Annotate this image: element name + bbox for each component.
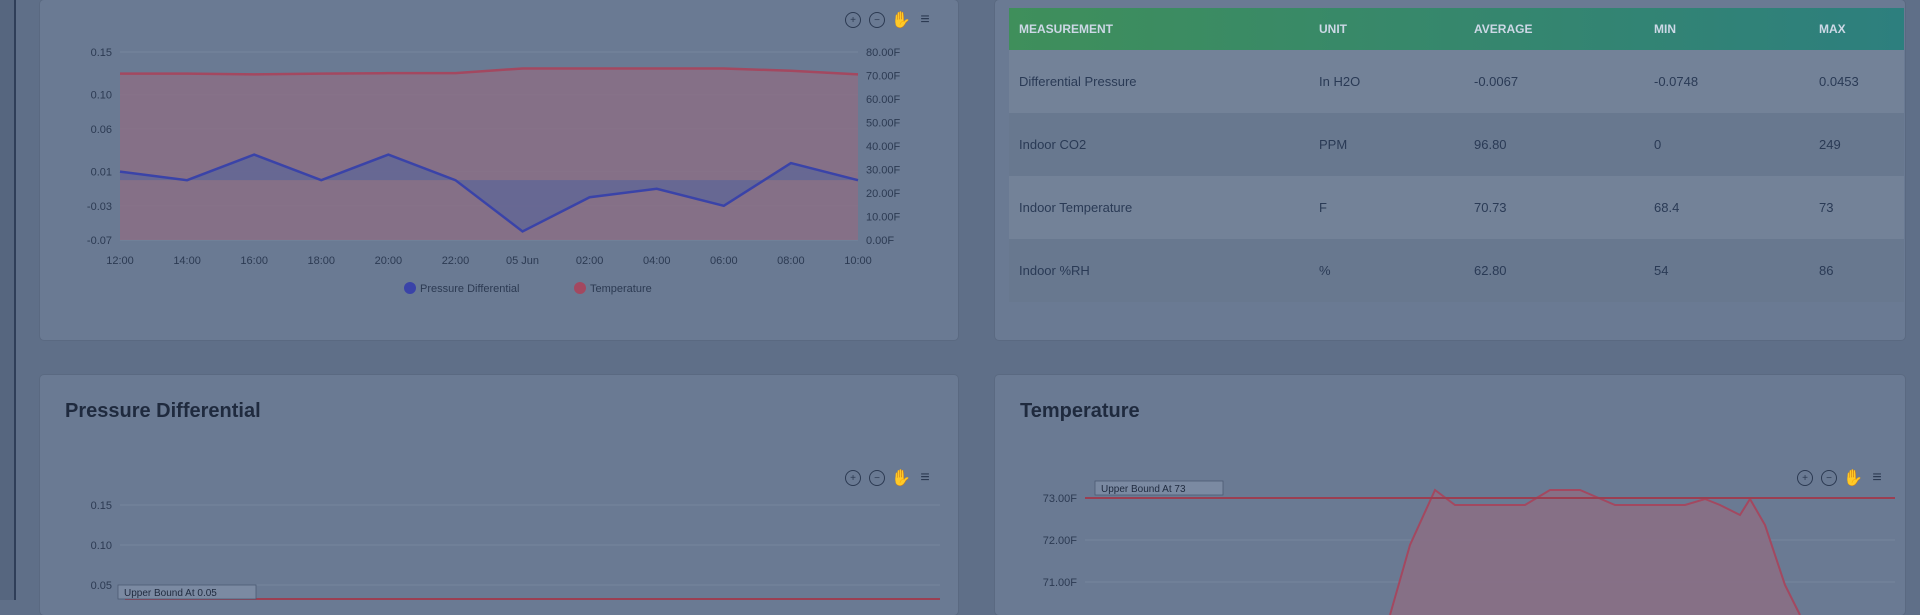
cell-average: 70.73 — [1464, 176, 1644, 239]
y-tick-label: 71.00F — [1043, 577, 1078, 589]
y-tick-label: 0.15 — [91, 500, 112, 512]
y2-tick-label: 70.00F — [866, 71, 901, 83]
cell-max: 0.0453 — [1809, 50, 1904, 113]
combined-chart: 0.15 0.10 0.06 0.01 -0.03 -0.07 80.00F 70.00F 60… — [87, 47, 901, 295]
table-header-row: MEASUREMENT UNIT AVERAGE MIN MAX — [1009, 8, 1904, 50]
summary-table: MEASUREMENT UNIT AVERAGE MIN MAX Differe… — [1009, 8, 1904, 302]
cell-average: 62.80 — [1464, 239, 1644, 302]
y2-tick-label: 10.00F — [866, 212, 901, 224]
pressure-panel: Pressure Differential + − ✋ ≡ 0.15 0.10 0.… — [40, 375, 958, 615]
temperature-panel: Temperature + − ✋ ≡ 73.00F 72.00F 71.00F Up… — [995, 375, 1905, 615]
x-tick-label: 22:00 — [442, 255, 470, 267]
x-tick-label: 08:00 — [777, 255, 805, 267]
temperature-area — [1390, 490, 1800, 615]
cell-measurement: Indoor Temperature — [1009, 176, 1309, 239]
x-tick-label: 06:00 — [710, 255, 738, 267]
col-min[interactable]: MIN — [1644, 8, 1809, 50]
cell-unit: F — [1309, 176, 1464, 239]
y-tick-label: 0.15 — [91, 47, 112, 59]
y-tick-label: -0.07 — [87, 235, 112, 247]
y-tick-label: 72.00F — [1043, 535, 1078, 547]
legend-marker — [574, 282, 586, 294]
cell-min: 54 — [1644, 239, 1809, 302]
y-tick-label: 0.10 — [91, 90, 112, 102]
x-tick-label: 05 Jun — [506, 255, 539, 267]
cell-unit: In H2O — [1309, 50, 1464, 113]
left-edge-bar — [0, 0, 16, 600]
x-tick-label: 20:00 — [375, 255, 403, 267]
y-tick-label: -0.03 — [87, 201, 112, 213]
upper-bound-label: Upper Bound At 0.05 — [124, 588, 217, 599]
legend-label: Temperature — [590, 283, 652, 295]
y-tick-label: 0.10 — [91, 540, 112, 552]
cell-measurement: Differential Pressure — [1009, 50, 1309, 113]
upper-bound-label: Upper Bound At 73 — [1101, 484, 1186, 495]
x-tick-label: 14:00 — [173, 255, 201, 267]
temperature-area — [120, 68, 858, 240]
table-row: Indoor %RH % 62.80 54 86 — [1009, 239, 1904, 302]
y-tick-label: 0.05 — [91, 580, 112, 592]
table-row: Indoor Temperature F 70.73 68.4 73 — [1009, 176, 1904, 239]
cell-average: -0.0067 — [1464, 50, 1644, 113]
x-tick-label: 18:00 — [308, 255, 336, 267]
cell-unit: PPM — [1309, 113, 1464, 176]
x-tick-label: 02:00 — [576, 255, 604, 267]
cell-measurement: Indoor CO2 — [1009, 113, 1309, 176]
legend-marker — [404, 282, 416, 294]
col-average[interactable]: AVERAGE — [1464, 8, 1644, 50]
cell-unit: % — [1309, 239, 1464, 302]
col-measurement[interactable]: MEASUREMENT — [1009, 8, 1309, 50]
cell-max: 73 — [1809, 176, 1904, 239]
cell-measurement: Indoor %RH — [1009, 239, 1309, 302]
x-tick-label: 12:00 — [106, 255, 134, 267]
pressure-chart: 0.15 0.10 0.05 Upper Bound At 0.05 — [91, 500, 940, 600]
table-row: Differential Pressure In H2O -0.0067 -0.… — [1009, 50, 1904, 113]
y-tick-label: 0.06 — [91, 124, 112, 136]
y2-tick-label: 60.00F — [866, 94, 901, 106]
table-row: Indoor CO2 PPM 96.80 0 249 — [1009, 113, 1904, 176]
cell-max: 86 — [1809, 239, 1904, 302]
cell-min: 68.4 — [1644, 176, 1809, 239]
y2-tick-label: 30.00F — [866, 165, 901, 177]
combined-chart-card: + − ✋ ≡ 0.15 0.10 0.06 0.01 -0.03 -0.07 80.00F… — [40, 0, 958, 340]
y2-tick-label: 20.00F — [866, 188, 901, 200]
legend-label: Pressure Differential — [420, 283, 519, 295]
y-tick-label: 73.00F — [1043, 493, 1078, 505]
x-tick-label: 04:00 — [643, 255, 671, 267]
col-max[interactable]: MAX — [1809, 8, 1904, 50]
y2-tick-label: 50.00F — [866, 118, 901, 130]
x-tick-label: 16:00 — [240, 255, 268, 267]
cell-min: 0 — [1644, 113, 1809, 176]
y2-tick-label: 80.00F — [866, 47, 901, 59]
x-tick-label: 10:00 — [844, 255, 872, 267]
temperature-chart: 73.00F 72.00F 71.00F Upper Bound At 73 — [1043, 480, 1895, 615]
col-unit[interactable]: UNIT — [1309, 8, 1464, 50]
y2-tick-label: 40.00F — [866, 141, 901, 153]
y2-tick-label: 0.00F — [866, 235, 894, 247]
summary-table-card: MEASUREMENT UNIT AVERAGE MIN MAX Differe… — [995, 0, 1905, 340]
cell-max: 249 — [1809, 113, 1904, 176]
y-tick-label: 0.01 — [91, 167, 112, 179]
cell-min: -0.0748 — [1644, 50, 1809, 113]
cell-average: 96.80 — [1464, 113, 1644, 176]
